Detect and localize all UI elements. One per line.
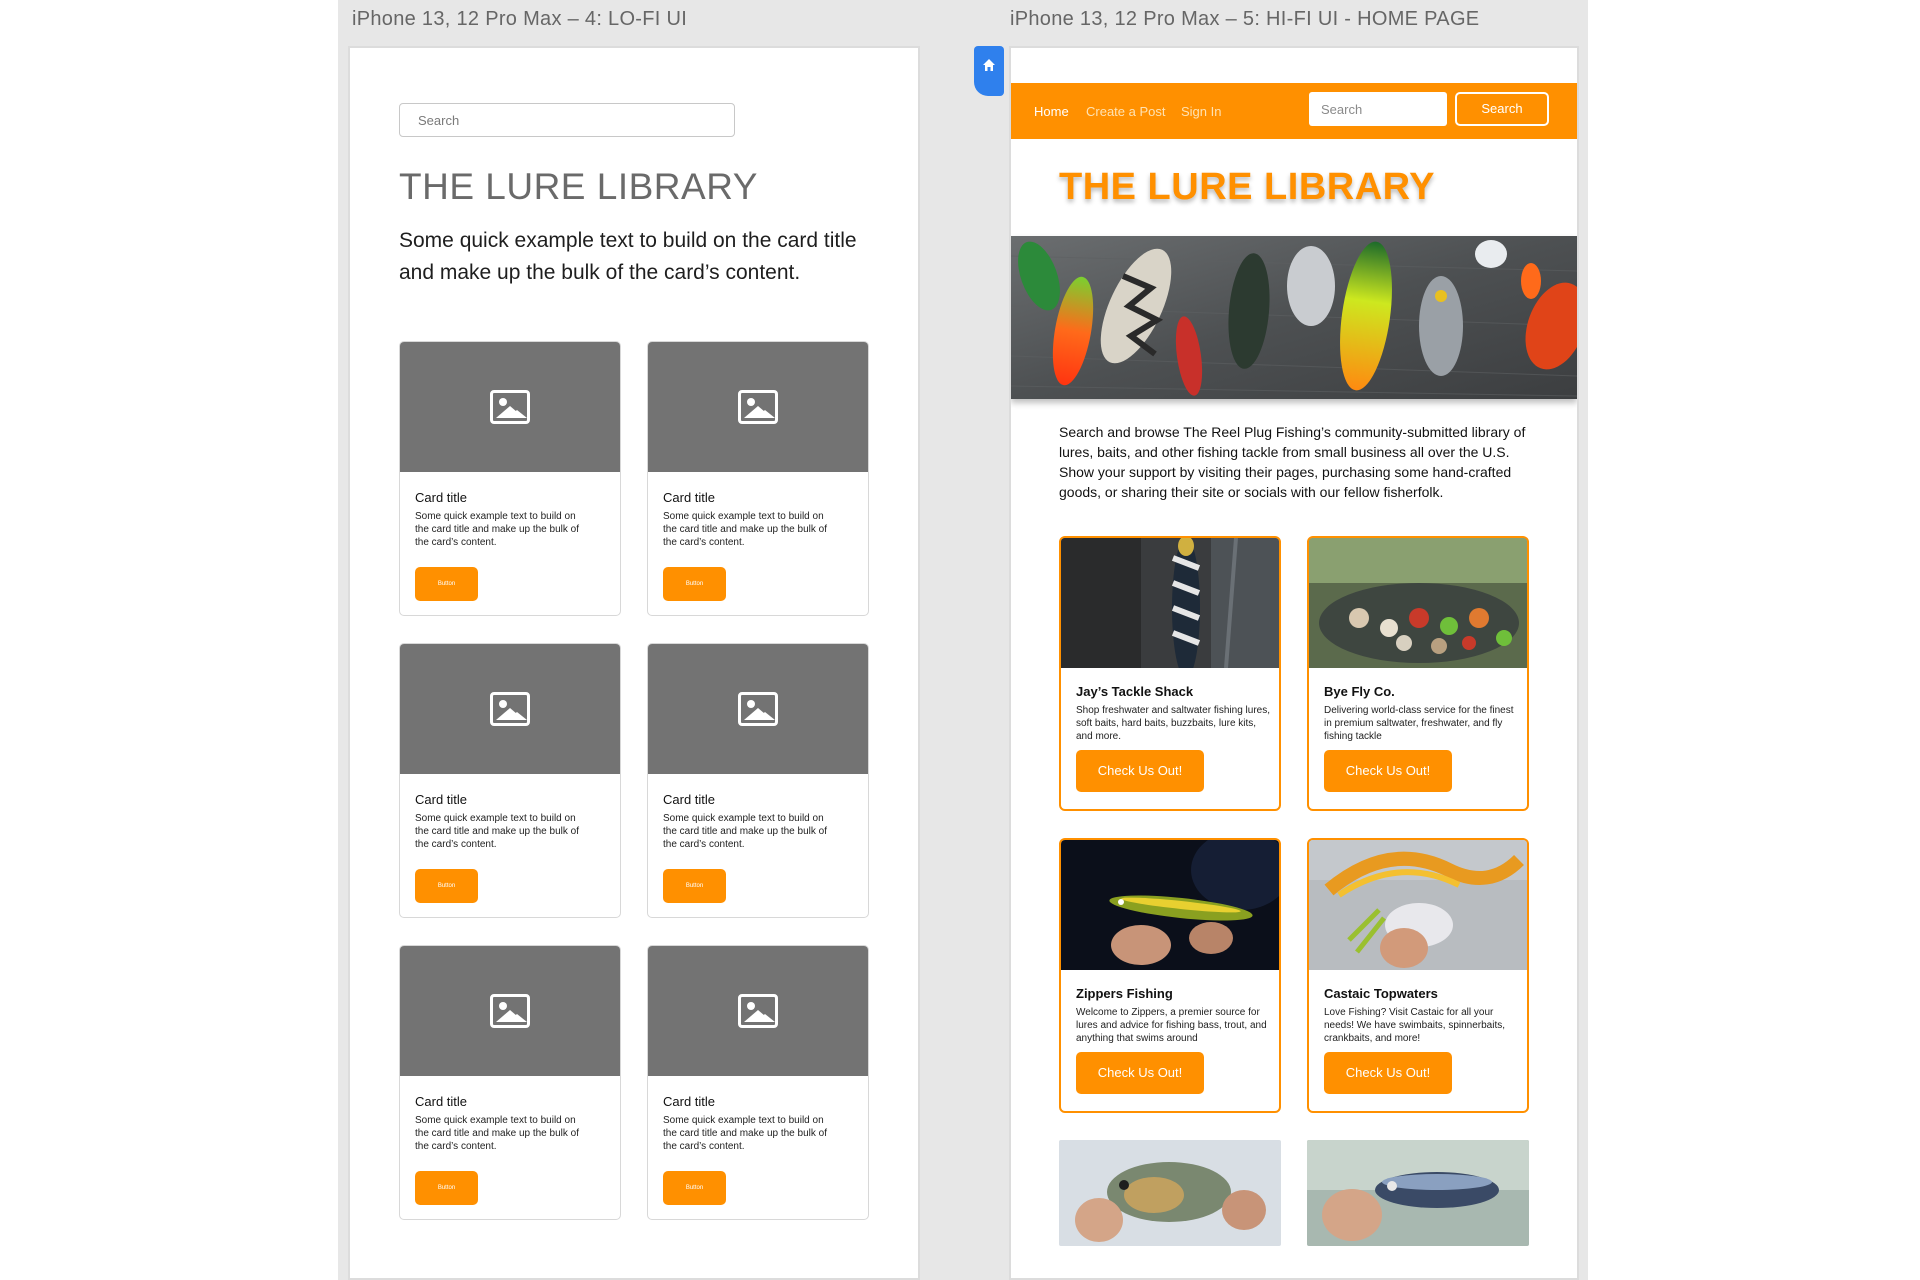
business-card-castaic-topwaters: Castaic Topwaters Love Fishing? Visit Ca… xyxy=(1307,838,1529,1113)
image-placeholder-icon xyxy=(490,692,530,726)
lofi-card: Card title Some quick example text to bu… xyxy=(647,341,869,616)
lofi-card: Card title Some quick example text to bu… xyxy=(399,341,621,616)
card-title: Card title xyxy=(415,792,468,807)
card-image-crankbait xyxy=(1307,1140,1529,1246)
lofi-search-input[interactable]: Search xyxy=(399,103,735,137)
card-title: Card title xyxy=(415,490,468,505)
nav-sign-in-link[interactable]: Sign In xyxy=(1181,104,1221,119)
card-image-castaic xyxy=(1309,840,1527,970)
card-button[interactable]: Button xyxy=(415,567,478,601)
card-title: Castaic Topwaters xyxy=(1324,986,1438,1001)
hero-image-lures xyxy=(1011,236,1577,399)
nav-create-post-link[interactable]: Create a Post xyxy=(1086,104,1166,119)
crankbait-lure-photo xyxy=(1307,1140,1529,1246)
card-image-bluegill-swimbait xyxy=(1059,1140,1281,1246)
hifi-frame-label: iPhone 13, 12 Pro Max – 5: HI-FI UI - HO… xyxy=(1010,8,1480,30)
check-us-out-button[interactable]: Check Us Out! xyxy=(1076,1052,1204,1094)
card-title: Card title xyxy=(415,1094,468,1109)
card-text: Some quick example text to build on the … xyxy=(415,1115,579,1152)
lofi-card: Card title Some quick example text to bu… xyxy=(647,945,869,1220)
design-canvas: iPhone 13, 12 Pro Max – 4: LO-FI UI iPho… xyxy=(338,0,1588,1280)
card-text: Some quick example text to build on the … xyxy=(663,813,827,850)
card-text: Some quick example text to build on the … xyxy=(663,1115,827,1152)
card-image-bye-fly xyxy=(1309,538,1527,668)
card-title: Card title xyxy=(663,1094,716,1109)
card-image-placeholder xyxy=(400,946,620,1076)
nav-search-button[interactable]: Search xyxy=(1455,92,1549,126)
lofi-lead-text: Some quick example text to build on the … xyxy=(399,229,857,284)
card-button[interactable]: Button xyxy=(415,869,478,903)
card-text: Love Fishing? Visit Castaic for all your… xyxy=(1324,1007,1506,1044)
card-text: Some quick example text to build on the … xyxy=(415,813,579,850)
intro-text: Search and browse The Reel Plug Fishing’… xyxy=(1059,424,1526,500)
card-title: Card title xyxy=(663,490,716,505)
card-text: Shop freshwater and saltwater fishing lu… xyxy=(1076,705,1270,742)
image-placeholder-icon xyxy=(490,390,530,424)
card-text: Welcome to Zippers, a premier source for… xyxy=(1076,1007,1267,1044)
lures-photo xyxy=(1011,236,1577,399)
page-title: THE LURE LIBRARY xyxy=(1059,166,1436,208)
card-button[interactable]: Button xyxy=(663,1171,726,1205)
nav-home-link[interactable]: Home xyxy=(1034,104,1069,119)
home-tab-flag[interactable] xyxy=(974,46,1004,96)
business-card-zippers-fishing: Zippers Fishing Welcome to Zippers, a pr… xyxy=(1059,838,1281,1113)
card-button[interactable]: Button xyxy=(663,869,726,903)
check-us-out-button[interactable]: Check Us Out! xyxy=(1324,750,1452,792)
lofi-card: Card title Some quick example text to bu… xyxy=(399,643,621,918)
castaic-lure-photo xyxy=(1309,840,1527,970)
hifi-frame: Home Create a Post Sign In Search Search… xyxy=(1009,46,1579,1280)
card-image-jays-tackle xyxy=(1061,538,1279,668)
card-title: Bye Fly Co. xyxy=(1324,684,1395,699)
card-image-placeholder xyxy=(400,644,620,774)
card-image-placeholder xyxy=(648,946,868,1076)
navbar: Home Create a Post Sign In Search Search xyxy=(1011,83,1577,139)
bluegill-lure-photo xyxy=(1059,1140,1281,1246)
business-card-bye-fly-co: Bye Fly Co. Delivering world-class servi… xyxy=(1307,536,1529,811)
nav-search-input[interactable]: Search xyxy=(1309,92,1447,126)
lofi-frame-label: iPhone 13, 12 Pro Max – 4: LO-FI UI xyxy=(352,8,688,30)
card-title: Card title xyxy=(663,792,716,807)
card-text: Some quick example text to build on the … xyxy=(415,511,579,548)
check-us-out-button[interactable]: Check Us Out! xyxy=(1324,1052,1452,1094)
lofi-card: Card title Some quick example text to bu… xyxy=(647,643,869,918)
check-us-out-button[interactable]: Check Us Out! xyxy=(1076,750,1204,792)
card-image-placeholder xyxy=(648,644,868,774)
card-title: Zippers Fishing xyxy=(1076,986,1173,1001)
fly-box-photo xyxy=(1309,538,1527,668)
card-button[interactable]: Button xyxy=(415,1171,478,1205)
card-text: Some quick example text to build on the … xyxy=(663,511,827,548)
lofi-frame: Search THE LURE LIBRARY Some quick examp… xyxy=(348,46,920,1280)
card-image-placeholder xyxy=(648,342,868,472)
lofi-card: Card title Some quick example text to bu… xyxy=(399,945,621,1220)
business-card-jays-tackle-shack: Jay’s Tackle Shack Shop freshwater and s… xyxy=(1059,536,1281,811)
card-text: Delivering world-class service for the f… xyxy=(1324,705,1514,742)
card-title: Jay’s Tackle Shack xyxy=(1076,684,1194,699)
image-placeholder-icon xyxy=(738,390,778,424)
image-placeholder-icon xyxy=(738,994,778,1028)
card-image-placeholder xyxy=(400,342,620,472)
home-icon xyxy=(983,59,995,71)
lofi-page-title: THE LURE LIBRARY xyxy=(399,166,758,207)
card-button[interactable]: Button xyxy=(663,567,726,601)
lure-closeup-photo xyxy=(1061,538,1279,668)
card-image-zippers xyxy=(1061,840,1279,970)
image-placeholder-icon xyxy=(490,994,530,1028)
minnow-lure-photo xyxy=(1061,840,1279,970)
image-placeholder-icon xyxy=(738,692,778,726)
